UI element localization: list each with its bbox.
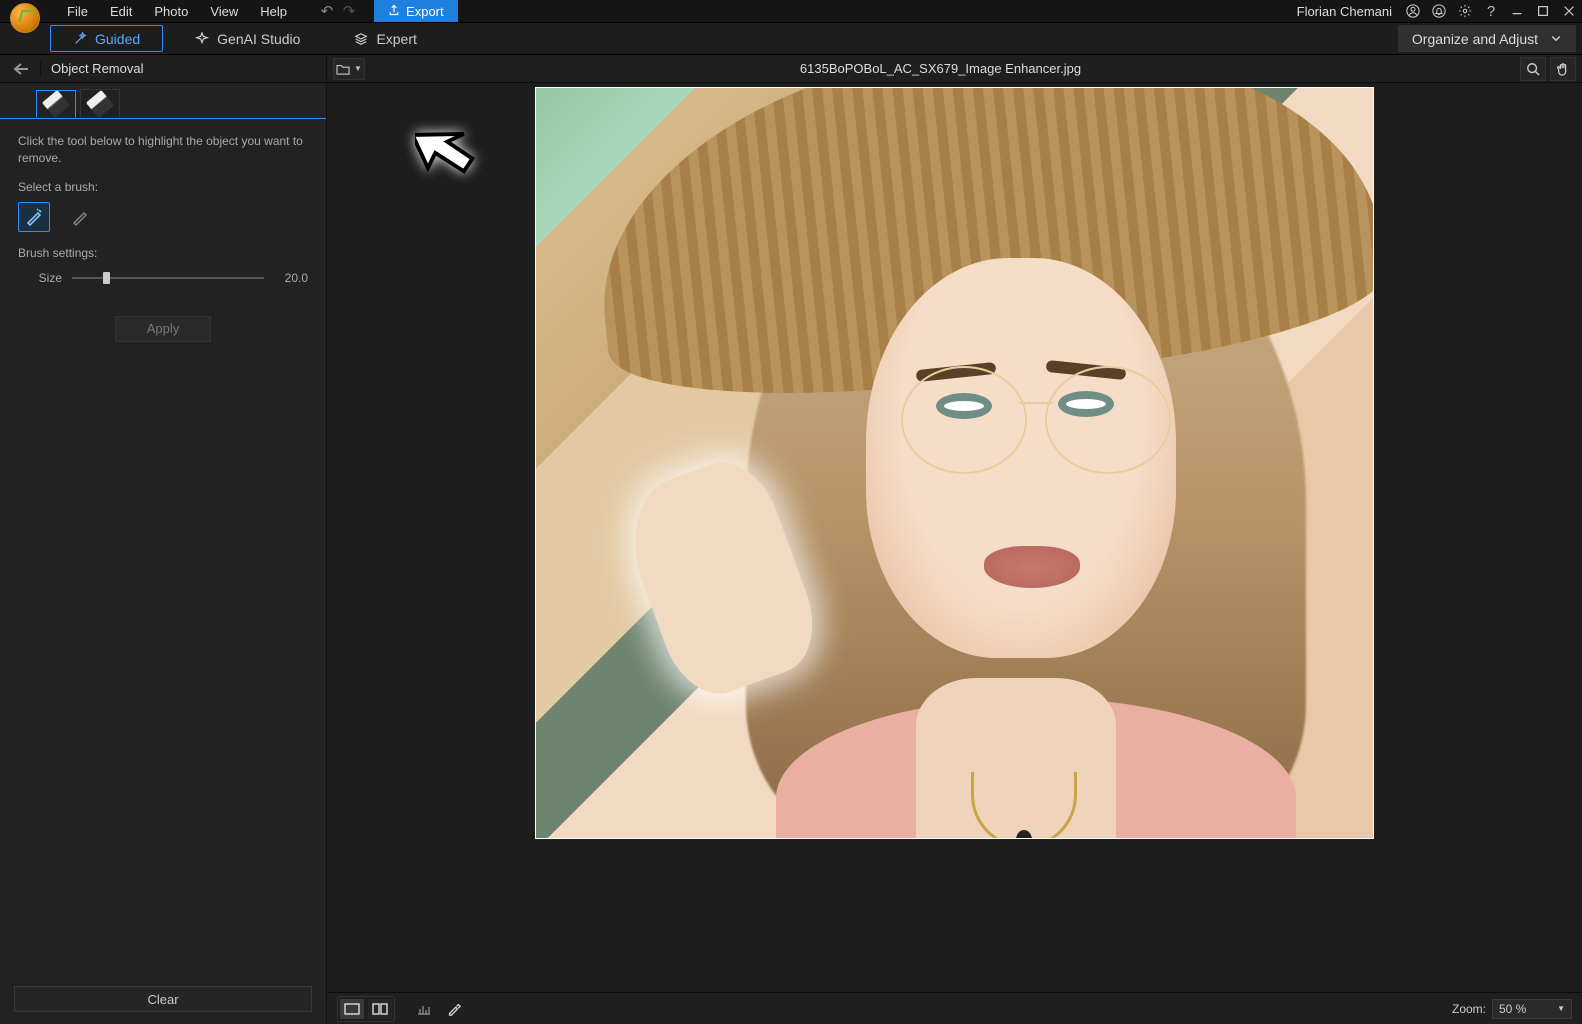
panel-body: Click the tool below to highlight the ob…: [0, 119, 326, 356]
cursor-arrow-overlay: [415, 111, 493, 192]
panel-header: Object Removal: [0, 55, 326, 83]
brush-settings-label: Brush settings:: [18, 246, 308, 260]
export-icon: [388, 4, 400, 19]
eraser-icon: [86, 89, 114, 117]
mode-expert[interactable]: Expert: [332, 25, 438, 52]
eyedropper-icon[interactable]: [443, 998, 465, 1020]
mode-genai[interactable]: GenAI Studio: [173, 25, 322, 52]
layers-icon: [354, 32, 368, 46]
mode-guided[interactable]: Guided: [50, 25, 163, 52]
filename: 6135BoPOBoL_AC_SX679_Image Enhancer.jpg: [365, 61, 1516, 76]
panel-title: Object Removal: [40, 61, 143, 76]
manual-brush-button[interactable]: [64, 202, 96, 232]
export-label: Export: [406, 4, 444, 19]
tool-tab-brush[interactable]: [36, 90, 76, 118]
modebar: Guided GenAI Studio Expert Organize and …: [0, 22, 1582, 55]
gear-icon[interactable]: [1454, 0, 1476, 22]
sidebar: Object Removal Click the tool below to h…: [0, 55, 327, 1024]
single-view-button[interactable]: [340, 999, 364, 1019]
size-slider[interactable]: [72, 268, 264, 288]
view-toggle: [337, 996, 395, 1022]
clear-button[interactable]: Clear: [14, 986, 312, 1012]
export-button[interactable]: Export: [374, 0, 458, 22]
footer: Zoom: 50 % ▼: [327, 992, 1582, 1024]
pan-tool-button[interactable]: [1550, 57, 1576, 81]
chevron-down-icon: ▼: [1557, 1004, 1565, 1013]
photo-canvas[interactable]: [535, 87, 1374, 839]
main: Object Removal Click the tool below to h…: [0, 55, 1582, 1024]
size-value: 20.0: [274, 271, 308, 285]
back-button[interactable]: [8, 58, 34, 80]
wand-icon: [73, 32, 87, 46]
menu-file[interactable]: File: [56, 1, 99, 22]
maximize-button[interactable]: [1532, 0, 1554, 22]
folder-dropdown[interactable]: ▼: [333, 58, 365, 80]
bell-icon[interactable]: [1428, 0, 1450, 22]
tool-tabs: [0, 83, 326, 119]
select-brush-label: Select a brush:: [18, 180, 308, 194]
minimize-button[interactable]: [1506, 0, 1528, 22]
apply-button[interactable]: Apply: [115, 316, 211, 342]
help-icon[interactable]: ?: [1480, 0, 1502, 22]
chevron-down-icon: ▼: [354, 64, 362, 73]
zoom-label: Zoom:: [1452, 1002, 1486, 1016]
histogram-icon[interactable]: [413, 998, 435, 1020]
menu-help[interactable]: Help: [249, 1, 298, 22]
canvas-header: ▼ 6135BoPOBoL_AC_SX679_Image Enhancer.jp…: [327, 55, 1582, 83]
tool-tab-eraser[interactable]: [80, 89, 120, 117]
close-button[interactable]: [1558, 0, 1580, 22]
zoom-tool-button[interactable]: [1520, 57, 1546, 81]
smart-brush-button[interactable]: [18, 202, 50, 232]
undo-button[interactable]: ↶: [316, 1, 338, 21]
canvas-area: ▼ 6135BoPOBoL_AC_SX679_Image Enhancer.jp…: [327, 55, 1582, 1024]
brush-icon: [42, 90, 70, 118]
menu-edit[interactable]: Edit: [99, 1, 143, 22]
menubar: File Edit Photo View Help ↶ ↷ Export Flo…: [0, 0, 1582, 22]
panel-instruction: Click the tool below to highlight the ob…: [18, 133, 308, 168]
menu-view[interactable]: View: [199, 1, 249, 22]
menu-photo[interactable]: Photo: [143, 1, 199, 22]
viewport[interactable]: [327, 83, 1582, 992]
size-label: Size: [18, 271, 62, 285]
user-name[interactable]: Florian Chemani: [1297, 4, 1392, 19]
chevron-down-icon: [1550, 31, 1562, 47]
compare-view-button[interactable]: [368, 999, 392, 1019]
organize-adjust-button[interactable]: Organize and Adjust: [1398, 25, 1576, 52]
zoom-select[interactable]: 50 % ▼: [1492, 999, 1572, 1019]
redo-button[interactable]: ↷: [338, 1, 360, 21]
sparkle-icon: [195, 32, 209, 46]
app-logo: [10, 3, 40, 33]
user-icon[interactable]: [1402, 0, 1424, 22]
